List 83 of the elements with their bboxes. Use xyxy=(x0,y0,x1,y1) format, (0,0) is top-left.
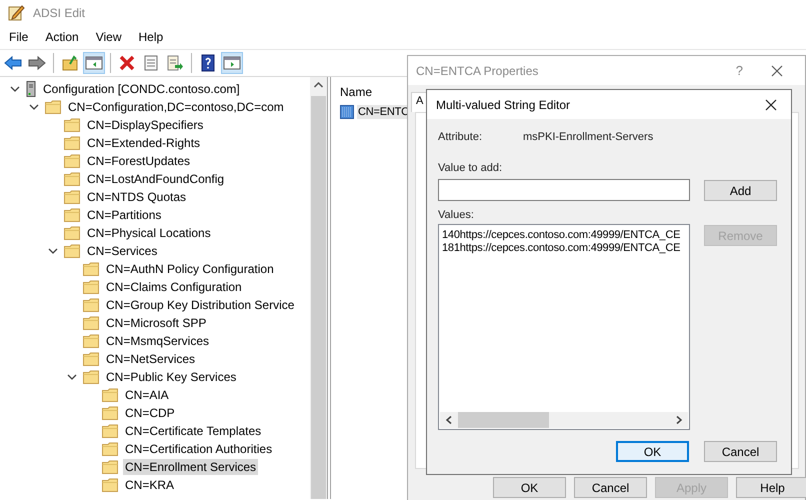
dialog-button[interactable]: Help xyxy=(736,477,806,498)
tree-item[interactable]: CN=Microsoft SPP xyxy=(104,315,208,331)
chevron-down-icon[interactable] xyxy=(48,248,58,254)
field-label: Values: xyxy=(438,209,475,221)
folder-icon xyxy=(102,478,118,492)
folder-icon xyxy=(64,154,80,168)
column-header[interactable]: Name xyxy=(340,83,390,101)
folder-icon xyxy=(64,118,80,132)
tree-item[interactable]: CN=Public Key Services xyxy=(104,369,238,385)
folder-icon xyxy=(102,406,118,420)
folder-icon xyxy=(64,244,80,258)
folder-icon xyxy=(83,262,99,276)
notepad-pencil-icon xyxy=(7,4,25,22)
horizontal-scrollbar[interactable] xyxy=(440,412,688,428)
folder-icon xyxy=(45,100,61,114)
folder-icon xyxy=(83,280,99,294)
dialog-button[interactable]: OK xyxy=(616,441,689,462)
window-title: ADSI Edit xyxy=(33,6,86,20)
tree-item[interactable]: Configuration [CONDC.contoso.com] xyxy=(41,81,242,97)
vertical-scrollbar[interactable] xyxy=(310,77,327,499)
chevron-down-icon[interactable] xyxy=(29,104,39,110)
tree-item[interactable]: CN=AIA xyxy=(123,387,171,403)
attribute-label: Attribute: xyxy=(438,131,484,143)
folder-icon xyxy=(64,190,80,204)
console-tree-toggle-icon[interactable] xyxy=(83,52,105,74)
tree-item[interactable]: CN=Certification Authorities xyxy=(123,441,274,457)
tree-item[interactable]: CN=Certificate Templates xyxy=(123,423,264,439)
folder-icon xyxy=(102,460,118,474)
chevron-down-icon[interactable] xyxy=(67,374,77,380)
folder-icon xyxy=(83,298,99,312)
tree-item[interactable]: CN=MsmqServices xyxy=(104,333,212,349)
tree-item[interactable]: CN=Extended-Rights xyxy=(85,135,202,151)
close-icon[interactable] xyxy=(771,64,783,76)
folder-icon xyxy=(64,226,80,240)
dialog-button[interactable]: Cancel xyxy=(704,441,777,462)
tree-item[interactable]: CN=Group Key Distribution Service xyxy=(104,297,296,313)
tree-item[interactable]: CN=DisplaySpecifiers xyxy=(85,117,206,133)
folder-icon xyxy=(64,172,80,186)
directory-object-icon xyxy=(340,105,354,119)
folder-icon xyxy=(102,442,118,456)
tree-item[interactable]: CN=ForestUpdates xyxy=(85,153,192,169)
folder-icon xyxy=(102,388,118,402)
close-icon[interactable] xyxy=(765,98,777,110)
add-button[interactable]: Add xyxy=(704,180,777,201)
folder-icon xyxy=(83,352,99,366)
server-icon xyxy=(26,81,36,97)
folder-icon xyxy=(64,208,80,222)
menu-item[interactable]: Help xyxy=(138,30,164,44)
tree-item[interactable]: CN=CDP xyxy=(123,405,177,421)
tab[interactable]: A xyxy=(411,92,428,112)
tree-item[interactable]: CN=NetServices xyxy=(104,351,198,367)
tree-item[interactable]: CN=Configuration,DC=contoso,DC=com xyxy=(66,99,286,115)
tree-item[interactable]: CN=Services xyxy=(85,243,160,259)
folder-icon xyxy=(83,316,99,330)
dialog-button[interactable]: OK xyxy=(493,477,566,498)
folder-icon xyxy=(83,370,99,384)
list-value[interactable]: 140https://cepces.contoso.com:49999/ENTCA_CE xyxy=(442,229,688,242)
tree-item[interactable]: CN=AuthN Policy Configuration xyxy=(104,261,276,277)
action-pane-toggle-icon[interactable] xyxy=(221,52,243,74)
tree-item[interactable]: CN=Claims Configuration xyxy=(104,279,244,295)
tree-item[interactable]: CN=KRA xyxy=(123,477,176,493)
value-input-field[interactable] xyxy=(438,179,690,201)
menu-item[interactable]: File xyxy=(9,30,28,44)
tree-item[interactable]: CN=Partitions xyxy=(85,207,164,223)
dialog-title: CN=ENTCA Properties xyxy=(416,64,540,78)
folder-icon xyxy=(64,136,80,150)
values-list[interactable]: 140https://cepces.contoso.com:49999/ENTCA_CE 181https://cepces.contoso.com:49999/ENTCA_CE xyxy=(438,224,690,430)
dialog-title: Multi-valued String Editor xyxy=(436,98,572,112)
menu-item[interactable]: View xyxy=(96,30,122,44)
tree-item[interactable]: CN=LostAndFoundConfig xyxy=(85,171,226,187)
field-label: Value to add: xyxy=(438,162,504,174)
help-button[interactable]: ? xyxy=(736,63,743,78)
chevron-down-icon[interactable] xyxy=(10,86,20,92)
tree-item[interactable]: CN=Enrollment Services xyxy=(123,459,258,475)
list-item[interactable]: CN=ENTC xyxy=(357,105,410,119)
list-value[interactable]: 181https://cepces.contoso.com:49999/ENTCA_CE xyxy=(442,242,688,255)
tree-item[interactable]: CN=NTDS Quotas xyxy=(85,189,188,205)
attribute-value: msPKI-Enrollment-Servers xyxy=(523,131,654,143)
folder-icon xyxy=(83,334,99,348)
menu-item[interactable]: Action xyxy=(45,30,79,44)
folder-icon xyxy=(102,424,118,438)
dialog-button[interactable]: Cancel xyxy=(574,477,647,498)
tree-item[interactable]: CN=Physical Locations xyxy=(85,225,213,241)
